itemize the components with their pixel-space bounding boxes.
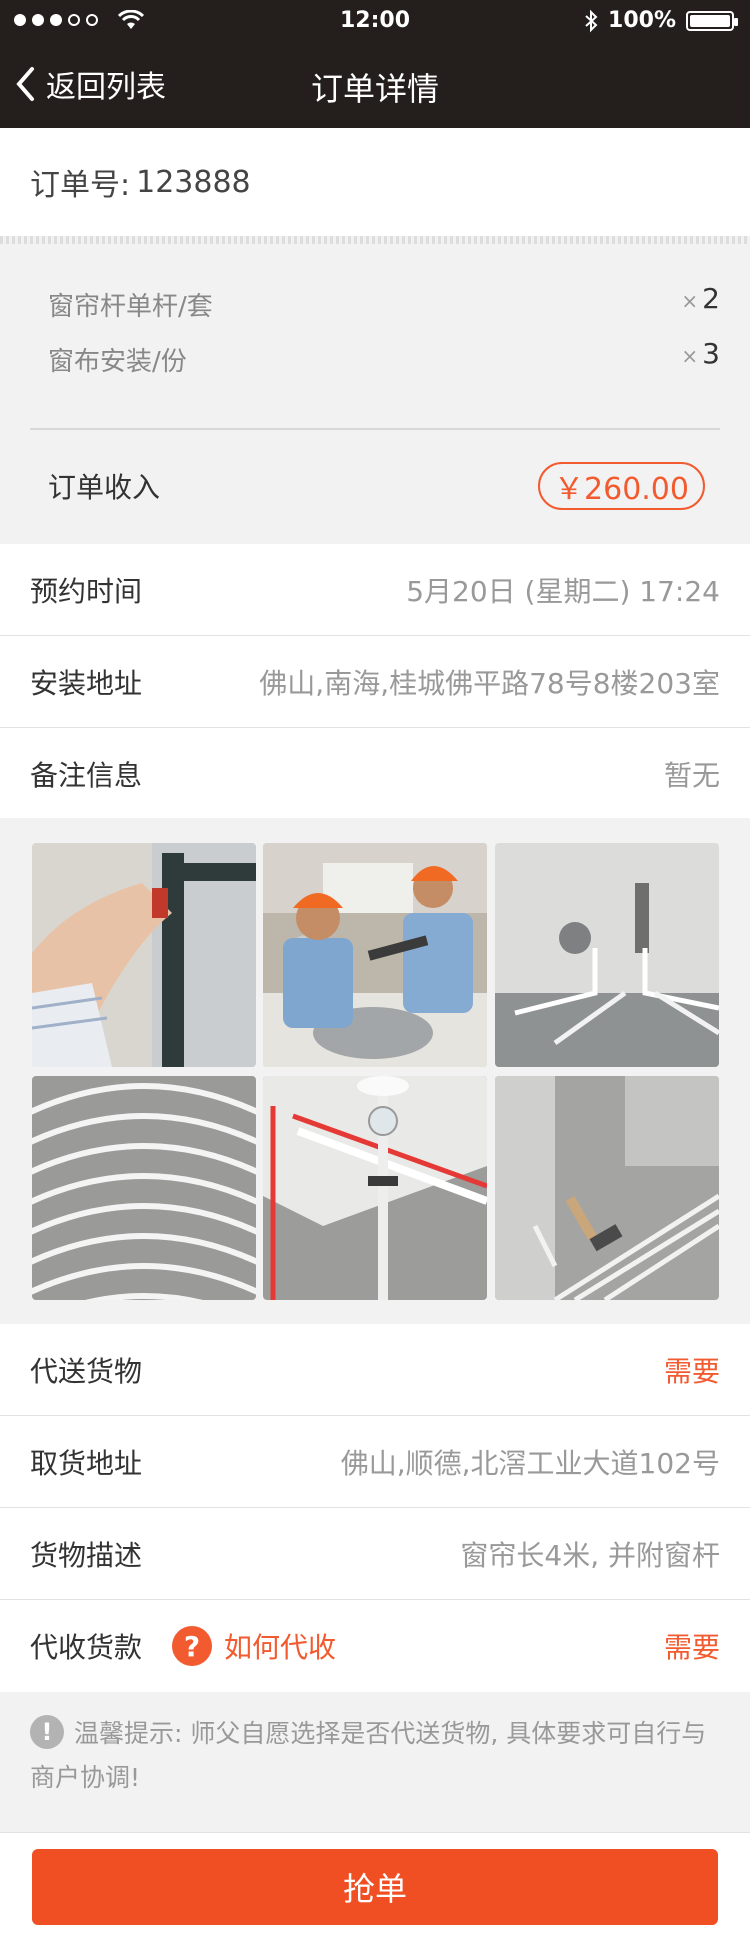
pickup-address-value: 佛山,顺德,北滘工业大道102号 [340,1446,720,1480]
tip-box: ! 温馨提示: 师父自愿选择是否代送货物, 具体要求可自行与商户协调! [0,1692,750,1832]
address-row: 安装地址 佛山,南海,桂城佛平路78号8楼203室 [0,636,750,728]
photo-thumbnail[interactable] [495,843,719,1067]
top-bar: 12:00 100% 返回列表 订单详情 [0,0,750,128]
zigzag-divider [0,236,750,244]
photo-thumbnail[interactable] [32,1076,256,1300]
order-items-panel: 窗帘杆单杆/套 × 2 窗布安装/份 × 3 订单收入 ￥260.00 [0,244,750,544]
cod-label: 代收货款 [30,1631,143,1664]
photo-thumbnail[interactable] [263,843,487,1067]
address-label: 安装地址 [30,666,143,700]
pickup-address-label: 取货地址 [30,1446,143,1480]
order-number-value: 123888 [136,164,251,200]
item-name: 窗帘杆单杆/套 [48,292,213,322]
remark-value: 暂无 [663,759,720,792]
status-bar: 12:00 100% [0,0,750,44]
photo-thumbnail[interactable] [495,1076,719,1300]
remark-row: 备注信息 暂无 [0,728,750,820]
photo-gallery [0,818,750,1324]
battery-percent: 100% [608,8,676,33]
question-icon: ? [172,1626,213,1666]
battery-icon [686,10,738,31]
order-item: 窗帘杆单杆/套 × 2 [48,282,720,326]
order-item: 窗布安装/份 × 3 [48,337,720,381]
deliver-goods-row[interactable]: 代送货物 需要 [0,1324,750,1416]
income-price-badge: ￥260.00 [538,462,705,510]
income-label: 订单收入 [48,471,161,504]
nav-bar: 返回列表 订单详情 [0,44,750,128]
cod-row[interactable]: 代收货款 ? 如何代收 需要 [0,1600,750,1692]
how-to-collect-label: 如何代收 [224,1631,337,1664]
cod-value: 需要 [663,1631,720,1664]
goods-description-row: 货物描述 窗帘长4米, 并附窗杆 [0,1508,750,1600]
address-value: 佛山,南海,桂城佛平路78号8楼203室 [259,666,720,700]
item-name: 窗布安装/份 [48,347,187,377]
page-title: 订单详情 [310,70,439,108]
goods-description-value: 窗帘长4米, 并附窗杆 [460,1538,720,1572]
deliver-goods-label: 代送货物 [30,1354,143,1388]
appointment-value: 5月20日 (星期二) 17:24 [406,574,720,608]
grab-order-button[interactable]: 抢单 [32,1849,718,1925]
remark-label: 备注信息 [30,759,143,792]
order-number-row: 订单号: 123888 [0,128,750,236]
photo-thumbnail[interactable] [263,1076,487,1300]
appointment-row: 预约时间 5月20日 (星期二) 17:24 [0,544,750,636]
pickup-address-row: 取货地址 佛山,顺德,北滘工业大道102号 [0,1416,750,1508]
status-right: 100% [584,8,738,33]
deliver-goods-value: 需要 [663,1354,720,1388]
bluetooth-icon [585,9,598,32]
tip-text: 温馨提示: 师父自愿选择是否代送货物, 具体要求可自行与商户协调! [30,1719,707,1792]
item-quantity: × 3 [681,337,720,370]
goods-description-label: 货物描述 [30,1538,143,1572]
item-quantity: × 2 [681,282,720,315]
photo-thumbnail[interactable] [32,843,256,1067]
items-divider [30,428,720,430]
appointment-label: 预约时间 [30,574,143,608]
bottom-bar: 抢单 [0,1832,750,1940]
order-number-label: 订单号: [30,168,131,203]
exclamation-icon: ! [30,1715,64,1749]
how-to-collect-link[interactable]: ? 如何代收 [172,1626,336,1666]
